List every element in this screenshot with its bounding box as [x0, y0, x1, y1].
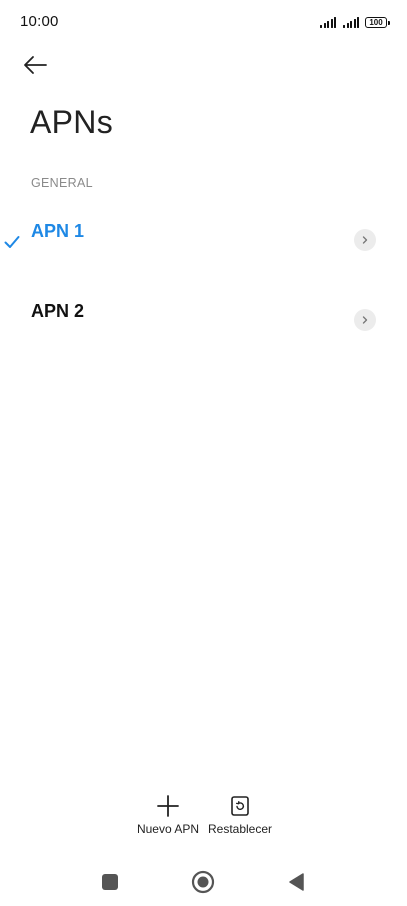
- apn-item-1[interactable]: APN 1: [0, 205, 407, 275]
- signal-sim1-icon: [320, 16, 336, 28]
- plus-icon: [157, 795, 179, 817]
- back-nav-button[interactable]: [282, 868, 310, 896]
- battery-level: 100: [369, 18, 383, 27]
- chevron-right-icon[interactable]: [354, 309, 376, 331]
- check-icon: [4, 236, 20, 248]
- apn-label: APN 2: [31, 301, 85, 321]
- apn-item-2[interactable]: APN 2: [0, 285, 407, 355]
- home-circle-icon: [191, 870, 215, 894]
- new-apn-button[interactable]: Nuevo APN: [136, 794, 200, 836]
- arrow-left-icon: [24, 56, 47, 74]
- page-title: APNs: [30, 104, 113, 140]
- new-apn-label: Nuevo APN: [136, 822, 200, 836]
- section-header: GENERAL: [31, 176, 93, 190]
- back-button[interactable]: [22, 50, 58, 80]
- reset-button[interactable]: Restablecer: [206, 794, 274, 836]
- reset-label: Restablecer: [207, 822, 273, 836]
- status-bar: 10:00 100: [0, 0, 407, 44]
- navigation-bar: [0, 860, 407, 900]
- signal-sim2-icon: [343, 16, 359, 28]
- recents-button[interactable]: [96, 868, 124, 896]
- bottom-actions: Nuevo APN Restablecer: [0, 794, 407, 840]
- chevron-right-icon[interactable]: [354, 229, 376, 251]
- back-triangle-icon: [289, 873, 304, 891]
- reset-icon: [231, 796, 249, 816]
- status-time: 10:00: [20, 13, 59, 30]
- status-icons: 100: [320, 14, 390, 28]
- apn-label: APN 1: [31, 221, 85, 241]
- battery-icon: 100: [365, 17, 390, 28]
- home-button[interactable]: [189, 868, 217, 896]
- recents-square-icon: [102, 874, 118, 890]
